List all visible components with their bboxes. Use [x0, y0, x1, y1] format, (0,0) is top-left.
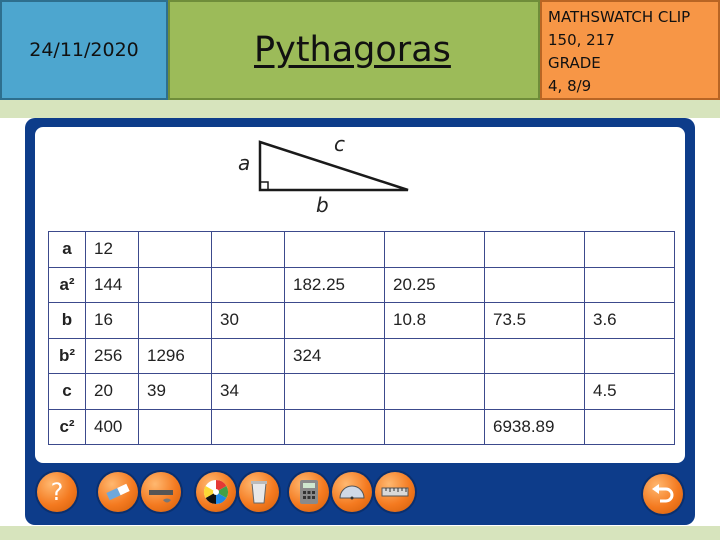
clear-button[interactable] [239, 472, 279, 512]
table-cell[interactable] [584, 266, 675, 303]
table-cell[interactable] [284, 408, 385, 445]
table-cell[interactable] [484, 337, 585, 374]
side-a-label: a [238, 151, 250, 175]
divider-bar [0, 100, 720, 118]
table-cell[interactable]: 144 [85, 266, 139, 303]
table-cell[interactable]: 324 [284, 337, 385, 374]
table-cell[interactable] [284, 373, 385, 410]
row-header: c [48, 373, 86, 410]
table-row: a 12 [48, 231, 675, 268]
table-body: a 12 a² 144 182.25 20.25 b 16 30 10.8 73.5 3.6 b² 256… [48, 231, 675, 445]
table-cell[interactable]: 256 [85, 337, 139, 374]
table-cell[interactable] [284, 302, 385, 339]
table-cell[interactable] [211, 231, 285, 268]
date-text: 24/11/2020 [29, 39, 139, 61]
protractor-button[interactable] [332, 472, 372, 512]
eraser-icon [106, 483, 130, 501]
table-cell[interactable] [384, 337, 485, 374]
table-cell[interactable]: 12 [85, 231, 139, 268]
table-cell[interactable]: 4.5 [584, 373, 675, 410]
table-cell[interactable]: 3.6 [584, 302, 675, 339]
protractor-icon [339, 485, 365, 500]
eraser-button[interactable] [98, 472, 138, 512]
table-cell[interactable] [138, 302, 212, 339]
row-header: c² [48, 408, 86, 445]
table-cell[interactable] [211, 408, 285, 445]
table-cell[interactable] [138, 266, 212, 303]
table-cell[interactable]: 1296 [138, 337, 212, 374]
table-row: b² 256 1296 324 [48, 337, 675, 374]
row-header: b² [48, 337, 86, 374]
side-b-label: b [316, 193, 329, 216]
table-cell[interactable]: 400 [85, 408, 139, 445]
table-cell[interactable] [384, 373, 485, 410]
clip-line: 4, 8/9 [548, 77, 592, 95]
calculator-button[interactable] [289, 472, 329, 512]
pythagoras-table: a 12 a² 144 182.25 20.25 b 16 30 10.8 73.5 3.6 b² 256… [48, 231, 675, 445]
table-cell[interactable]: 73.5 [484, 302, 585, 339]
clip-line: GRADE [548, 54, 601, 72]
table-cell[interactable]: 34 [211, 373, 285, 410]
back-arrow-icon [652, 484, 674, 503]
ruler-button[interactable] [375, 472, 415, 512]
page-title: Pythagoras [254, 30, 451, 70]
row-header: b [48, 302, 86, 339]
date-box: 24/11/2020 [0, 0, 168, 100]
table-cell[interactable] [384, 231, 485, 268]
clip-info-box: MATHSWATCH CLIP 150, 217 GRADE 4, 8/9 [540, 0, 720, 100]
right-triangle-diagram: a c b [238, 132, 409, 216]
table-cell[interactable]: 30 [211, 302, 285, 339]
row-header: a² [48, 266, 86, 303]
table-cell[interactable] [138, 231, 212, 268]
table-cell[interactable] [484, 231, 585, 268]
ruler-icon [381, 487, 409, 497]
table-cell[interactable] [384, 408, 485, 445]
table-cell[interactable]: 39 [138, 373, 212, 410]
table-cell[interactable] [138, 408, 212, 445]
bin-icon [251, 481, 267, 504]
table-row: c² 400 6938.89 [48, 408, 675, 445]
ruler-pen-icon [149, 490, 173, 503]
colour-wheel-icon [203, 480, 229, 504]
footer-bar [0, 526, 720, 540]
table-cell[interactable] [211, 266, 285, 303]
help-button[interactable]: ? [37, 472, 77, 512]
back-button[interactable] [643, 474, 683, 514]
table-row: c 20 39 34 4.5 [48, 373, 675, 410]
row-header: a [48, 231, 86, 268]
table-cell[interactable] [584, 231, 675, 268]
table-cell[interactable]: 182.25 [284, 266, 385, 303]
table-cell[interactable] [584, 408, 675, 445]
colour-picker-button[interactable] [196, 472, 236, 512]
table-row: b 16 30 10.8 73.5 3.6 [48, 302, 675, 339]
table-cell[interactable] [211, 337, 285, 374]
table-cell[interactable]: 6938.89 [484, 408, 585, 445]
clip-line: 150, 217 [548, 31, 615, 49]
table-cell[interactable]: 20 [85, 373, 139, 410]
ruler-pen-button[interactable] [141, 472, 181, 512]
calculator-icon [300, 480, 318, 504]
table-cell[interactable]: 10.8 [384, 302, 485, 339]
table-cell[interactable]: 20.25 [384, 266, 485, 303]
clip-line: MATHSWATCH CLIP [548, 8, 691, 26]
table-cell[interactable] [484, 373, 585, 410]
table-row: a² 144 182.25 20.25 [48, 266, 675, 303]
table-cell[interactable] [284, 231, 385, 268]
help-icon: ? [50, 478, 64, 506]
table-cell[interactable]: 16 [85, 302, 139, 339]
title-box: Pythagoras [168, 0, 540, 100]
table-cell[interactable] [584, 337, 675, 374]
table-cell[interactable] [484, 266, 585, 303]
side-c-label: c [334, 132, 345, 156]
